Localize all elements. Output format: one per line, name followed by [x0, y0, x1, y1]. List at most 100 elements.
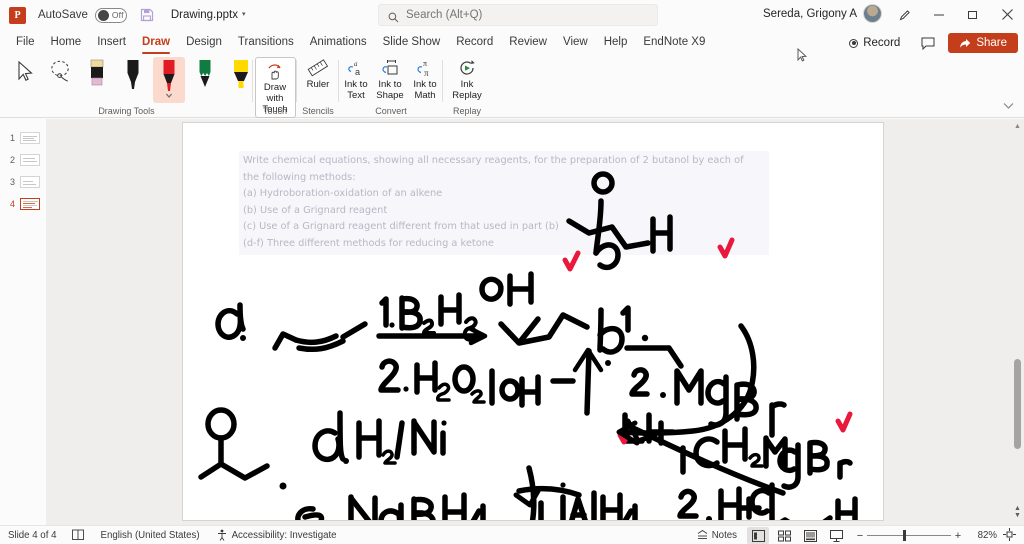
thumbnail-slide-2[interactable]: 2	[0, 149, 46, 171]
tab-design[interactable]: Design	[178, 33, 230, 52]
tab-help[interactable]: Help	[596, 33, 636, 52]
ink-replay-button[interactable]: Ink Replay	[447, 57, 487, 101]
notes-button[interactable]: Notes	[689, 526, 745, 544]
select-tool[interactable]	[9, 57, 41, 103]
slide-canvas-area: Write chemical equations, showing all ne…	[46, 119, 1024, 525]
record-button[interactable]: Record	[841, 34, 908, 52]
language-label: English (United States)	[100, 529, 200, 541]
minimize-button[interactable]	[922, 0, 956, 29]
notes-pane-icon	[697, 530, 707, 539]
avatar[interactable]	[863, 4, 882, 23]
notes-label: Notes	[711, 530, 737, 541]
ribbon-group-label-stencils: Stencils	[302, 106, 334, 116]
close-button[interactable]	[990, 0, 1024, 29]
thumbnail-number: 3	[9, 177, 15, 187]
ribbon-group-label-drawing-tools: Drawing Tools	[98, 106, 155, 116]
ink-to-text-icon: a a	[345, 57, 367, 79]
reading-view-button[interactable]	[799, 527, 821, 544]
user-account[interactable]: Sereda, Grigony A	[763, 4, 882, 23]
lasso-select-tool[interactable]	[45, 57, 77, 103]
document-name[interactable]: Drawing.pptx ▾	[171, 9, 246, 21]
zoom-level[interactable]: 82%	[969, 530, 997, 541]
thumbnail-preview-selected[interactable]	[20, 198, 40, 210]
tab-transitions[interactable]: Transitions	[230, 33, 302, 52]
slide-4[interactable]: Write chemical equations, showing all ne…	[183, 123, 883, 520]
ink-to-math-button[interactable]: π π Ink to Math	[407, 57, 443, 101]
ink-to-math-label: Ink to Math	[413, 79, 437, 101]
slide-show-button[interactable]	[825, 527, 847, 544]
thumbnail-preview[interactable]	[20, 132, 40, 144]
slide-sorter-button[interactable]	[773, 527, 795, 544]
pen-black[interactable]	[117, 57, 149, 103]
draw-with-touch-icon	[265, 60, 285, 82]
tab-review[interactable]: Review	[501, 33, 555, 52]
zoom-in-button[interactable]: +	[951, 530, 965, 542]
slide-thumbnail-panel[interactable]: 1 2 3 4	[0, 119, 46, 525]
pen-red[interactable]	[152, 57, 185, 103]
thumbnail-slide-1[interactable]: 1	[0, 127, 46, 149]
status-bar: Slide 4 of 4 English (United States) Acc…	[0, 525, 1024, 544]
mouse-cursor	[797, 47, 808, 68]
search-box[interactable]	[378, 4, 658, 26]
thumbnail-slide-3[interactable]: 3	[0, 171, 46, 193]
ink-to-shape-button[interactable]: Ink to Shape	[373, 57, 407, 101]
ribbon-right-actions: Record Share	[841, 33, 1018, 53]
notes-icon	[72, 529, 85, 540]
scroll-up-arrow[interactable]: ▲	[1011, 119, 1024, 133]
tab-animations[interactable]: Animations	[302, 33, 375, 52]
pencil-green[interactable]	[189, 57, 221, 103]
powerpoint-logo-icon: P	[9, 6, 26, 24]
thumbnail-number: 2	[9, 155, 15, 165]
ruler-icon	[307, 57, 329, 79]
tab-view[interactable]: View	[555, 33, 596, 52]
tab-endnote[interactable]: EndNote X9	[635, 33, 713, 52]
language-indicator[interactable]: English (United States)	[92, 526, 207, 544]
collapse-ribbon-button[interactable]	[1003, 102, 1014, 113]
fit-to-window-button[interactable]	[1003, 527, 1016, 544]
thumbnail-slide-4[interactable]: 4	[0, 193, 46, 215]
next-slide-button[interactable]: ▼	[1013, 512, 1022, 519]
zoom-out-button[interactable]: −	[853, 530, 867, 542]
accessibility-indicator[interactable]: Accessibility: Investigate	[208, 526, 345, 544]
notes-indicator[interactable]	[64, 526, 92, 544]
zoom-knob[interactable]	[903, 530, 906, 541]
tab-file[interactable]: File	[8, 33, 43, 52]
tab-insert[interactable]: Insert	[89, 33, 134, 52]
save-icon[interactable]	[139, 7, 155, 23]
previous-slide-button[interactable]: ▲	[1013, 505, 1022, 512]
search-icon	[388, 10, 399, 22]
fit-to-window-icon	[1003, 527, 1016, 541]
svg-text:π: π	[423, 59, 427, 68]
autosave-toggle[interactable]: Off	[94, 7, 127, 23]
comments-button[interactable]	[914, 34, 942, 53]
normal-view-icon	[751, 529, 765, 542]
eraser-tool[interactable]	[81, 57, 113, 103]
thumbnail-preview[interactable]	[20, 154, 40, 166]
ribbon-group-label-replay: Replay	[452, 106, 481, 116]
share-button[interactable]: Share	[948, 33, 1018, 53]
tab-slide-show[interactable]: Slide Show	[375, 33, 449, 52]
normal-view-button[interactable]	[747, 527, 769, 544]
pen-icon[interactable]	[888, 0, 922, 29]
ink-annotation-layer[interactable]	[183, 123, 883, 520]
ribbon-group-touch: Draw with Touch Touch	[253, 54, 297, 118]
tab-draw[interactable]: Draw	[134, 33, 178, 54]
tab-record[interactable]: Record	[448, 33, 501, 52]
search-input[interactable]	[406, 9, 626, 21]
vertical-scrollbar[interactable]: ▲ ▲ ▼	[1011, 119, 1024, 525]
ribbon-group-convert: a a Ink to Text Ink to Shape π π Ink to …	[339, 54, 443, 118]
thumbnail-preview[interactable]	[20, 176, 40, 188]
ruler-label: Ruler	[306, 79, 330, 90]
accessibility-label: Accessibility: Investigate	[231, 529, 337, 541]
record-dot-icon	[849, 38, 859, 48]
scrollbar-thumb[interactable]	[1014, 359, 1021, 449]
restore-button[interactable]	[956, 0, 990, 29]
slide-counter[interactable]: Slide 4 of 4	[0, 526, 64, 544]
tab-home[interactable]: Home	[43, 33, 90, 52]
zoom-slider[interactable]: − +	[853, 530, 965, 542]
ribbon-group-label-convert: Convert	[375, 106, 407, 116]
ink-to-text-button[interactable]: a a Ink to Text	[339, 57, 373, 101]
ruler-button[interactable]: Ruler	[292, 57, 344, 90]
zoom-track[interactable]	[867, 530, 951, 541]
slide-nav-buttons[interactable]: ▲ ▼	[1013, 505, 1022, 519]
